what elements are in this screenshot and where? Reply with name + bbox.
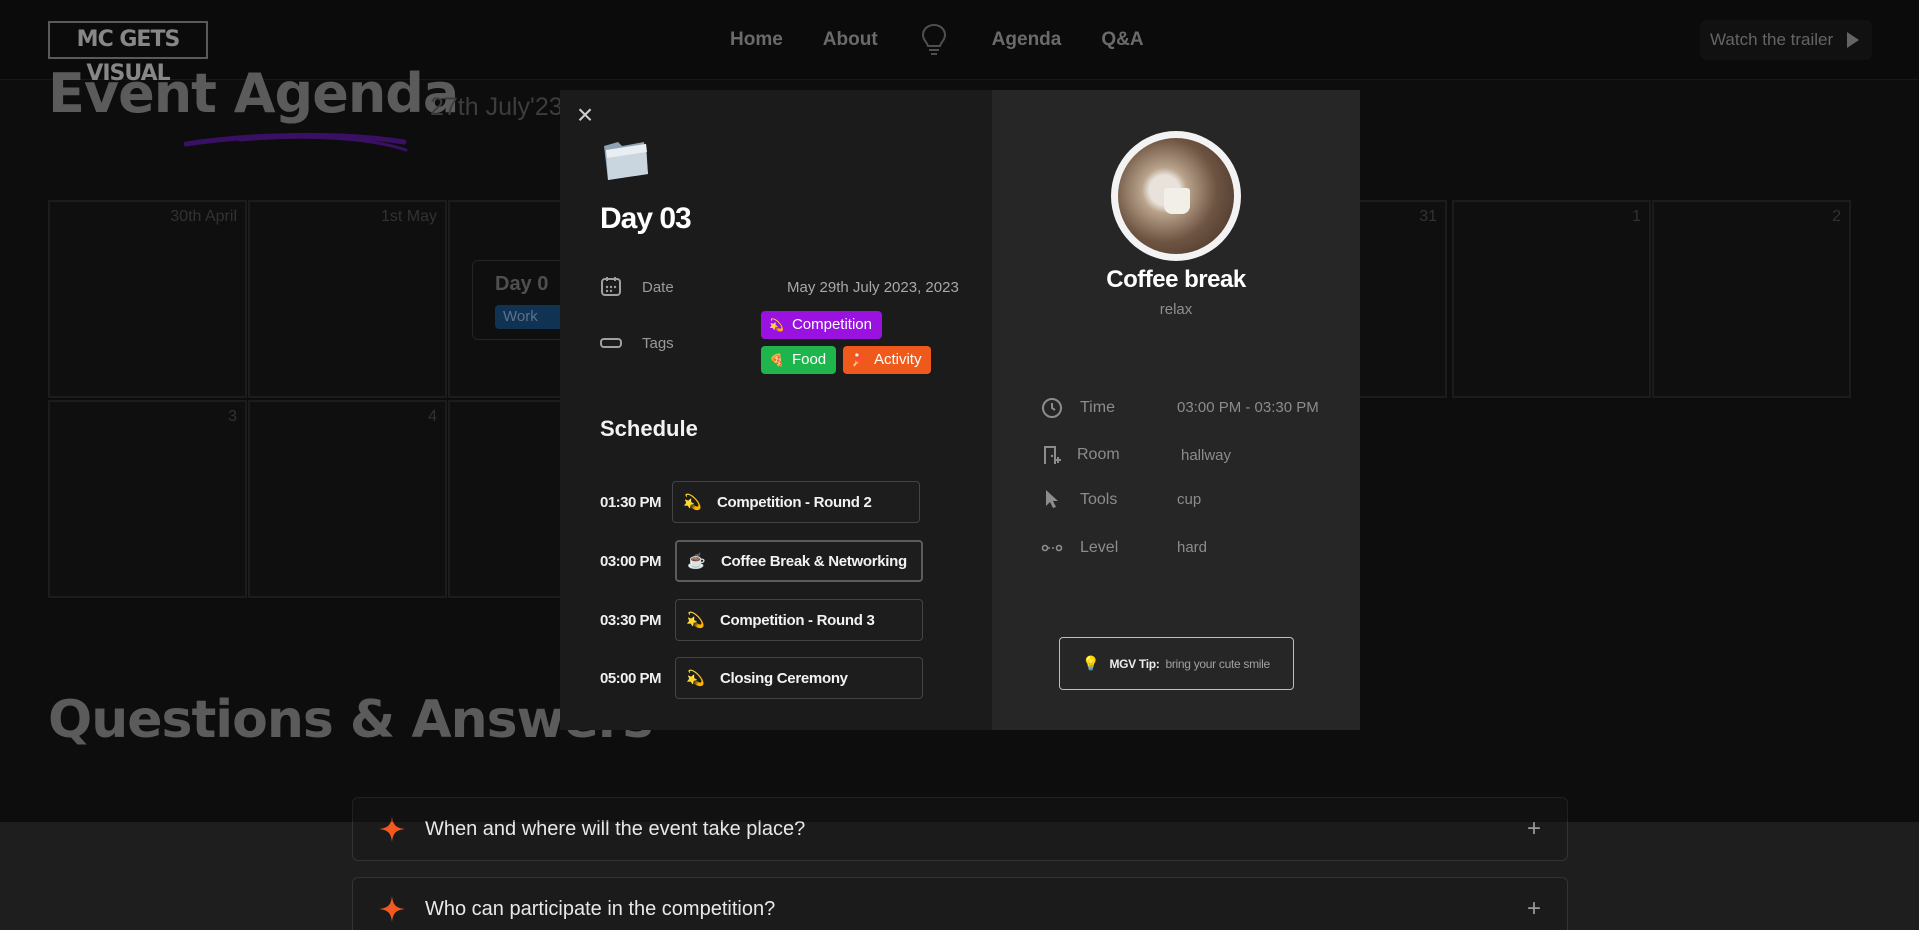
day-title: Day 03 — [600, 202, 692, 235]
sparkle-icon: 💫 — [686, 670, 705, 687]
schedule-item-label: Coffee Break & Networking — [721, 552, 907, 570]
schedule-time: 03:30 PM — [600, 611, 662, 629]
time-value: 03:00 PM - 03:30 PM — [1177, 399, 1319, 416]
cursor-icon — [1046, 490, 1058, 508]
session-avatar-image — [1111, 131, 1241, 261]
room-label: Room — [1077, 446, 1120, 463]
schedule-time: 03:00 PM — [600, 552, 662, 570]
folder-icon — [604, 142, 648, 180]
sparkle-icon — [379, 896, 405, 922]
schedule-row: 03:30 PM 💫 Competition - Round 3 — [600, 598, 923, 642]
calendar-icon — [601, 277, 621, 296]
faq-question: Who can participate in the competition? — [425, 897, 776, 920]
tag-food[interactable]: 🍕 Food — [761, 346, 837, 374]
level-label: Level — [1080, 539, 1119, 556]
date-value: May 29th July 2023, 2023 — [787, 279, 959, 296]
pizza-icon: 🍕 — [769, 353, 784, 367]
tools-label: Tools — [1080, 491, 1118, 508]
schedule-row: 05:00 PM 💫 Closing Ceremony — [600, 656, 923, 700]
time-label: Time — [1080, 399, 1115, 416]
coffee-cup-icon: ☕ — [687, 553, 706, 570]
tag-activity[interactable]: 🏓 Activity — [843, 346, 932, 374]
schedule-row: 03:00 PM ☕ Coffee Break & Networking — [600, 539, 923, 583]
close-icon[interactable]: × — [572, 101, 598, 129]
schedule-row: 01:30 PM 💫 Competition - Round 2 — [600, 480, 920, 524]
date-label: Date — [642, 279, 674, 296]
tip-box: 💡 MGV Tip: bring your cute smile — [1059, 637, 1294, 690]
schedule-item-selected[interactable]: ☕ Coffee Break & Networking — [675, 540, 923, 582]
schedule-item-label: Closing Ceremony — [720, 669, 848, 687]
tag-label: Competition — [791, 316, 872, 333]
lightbulb-icon: 💡 — [1082, 655, 1100, 671]
sparkle-icon: 💫 — [686, 612, 705, 629]
tag-icon — [600, 338, 622, 348]
tools-value: cup — [1177, 491, 1202, 508]
expand-plus-icon[interactable]: + — [1527, 895, 1541, 923]
tags-label: Tags — [642, 335, 674, 352]
schedule-item[interactable]: 💫 Competition - Round 3 — [675, 599, 923, 641]
level-value: hard — [1177, 539, 1208, 556]
tip-label: MGV Tip: — [1109, 656, 1160, 671]
tag-label: Food — [791, 351, 827, 368]
schedule-heading: Schedule — [600, 416, 698, 441]
schedule-item-label: Competition - Round 3 — [720, 611, 875, 629]
schedule-item-label: Competition - Round 2 — [717, 493, 872, 511]
schedule-item[interactable]: 💫 Closing Ceremony — [675, 657, 923, 699]
sparkle-icon: 💫 — [683, 494, 702, 511]
door-icon — [1044, 446, 1061, 464]
sparkle-icon: 💫 — [769, 318, 784, 332]
clock-icon — [1042, 398, 1062, 418]
tag-competition[interactable]: 💫 Competition — [761, 311, 882, 339]
modal-left-panel: × Day 03 Date May 29th July 2023, 2023 T… — [560, 90, 992, 730]
schedule-time: 01:30 PM — [600, 493, 662, 511]
schedule-time: 05:00 PM — [600, 669, 662, 687]
level-icon — [1041, 544, 1063, 552]
faq-item[interactable]: Who can participate in the competition? … — [352, 877, 1568, 930]
tip-text: bring your cute smile — [1165, 656, 1270, 671]
schedule-item[interactable]: 💫 Competition - Round 2 — [672, 481, 920, 523]
ping-pong-icon: 🏓 — [851, 353, 866, 367]
tag-label: Activity — [873, 351, 922, 368]
room-value: hallway — [1181, 447, 1232, 464]
session-title: Coffee break — [1106, 266, 1246, 293]
session-subtitle: relax — [1159, 301, 1193, 318]
